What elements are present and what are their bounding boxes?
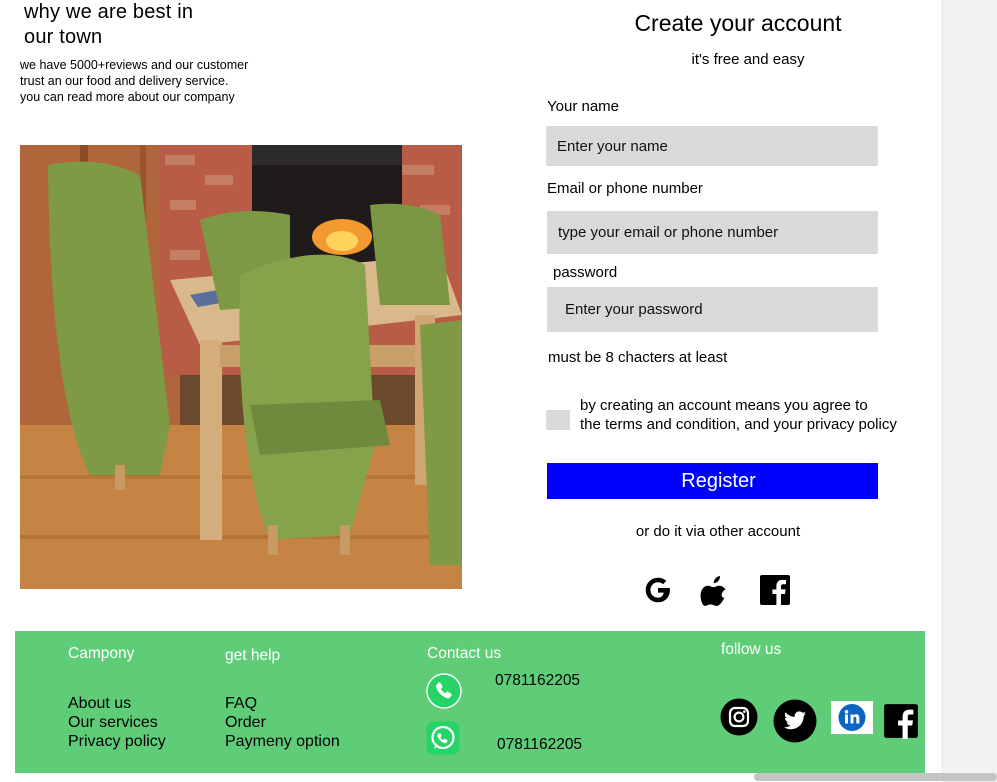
phone-icon[interactable] — [426, 673, 462, 709]
linkedin-icon[interactable] — [831, 701, 873, 734]
hero-desc-line2: trust an our food and delivery service. — [20, 74, 229, 88]
twitter-icon[interactable] — [773, 699, 817, 743]
facebook-icon[interactable] — [758, 570, 792, 610]
footer-help-heading: get help — [225, 647, 281, 664]
footer-company-heading: Campony — [68, 645, 135, 662]
footer-link-our-services[interactable]: Our services — [68, 713, 158, 732]
terms-text: by creating an account means you agree t… — [580, 396, 950, 434]
footer-link-privacy-policy[interactable]: Privacy policy — [68, 732, 166, 751]
terms-checkbox[interactable] — [546, 410, 570, 430]
alternative-login-text: or do it via other account — [635, 523, 801, 540]
register-button[interactable]: Register — [547, 463, 878, 499]
hero-title: why we are best in our town — [24, 0, 254, 50]
terms-text-line1: by creating an account means you agree t… — [580, 397, 868, 414]
footer-link-about-us[interactable]: About us — [68, 694, 131, 713]
signup-title: Create your account — [634, 10, 842, 36]
footer-link-faq[interactable]: FAQ — [225, 694, 257, 713]
hero-title-line2: our town — [24, 26, 103, 48]
signup-subtitle: it's free and easy — [691, 51, 805, 68]
password-input[interactable] — [547, 287, 878, 332]
horizontal-scrollbar[interactable] — [754, 773, 997, 781]
dining-room-photo — [20, 145, 462, 589]
hero-desc-line3: you can read more about our company — [20, 90, 235, 104]
footer-phone-number: 0781162205 — [495, 672, 581, 689]
hero-desc-line1: we have 5000+reviews and our customer — [20, 58, 249, 72]
apple-icon[interactable] — [698, 570, 732, 610]
instagram-icon[interactable] — [720, 698, 758, 736]
email-input[interactable] — [547, 211, 878, 254]
footer: Campony About us Our services Privacy po… — [15, 631, 925, 773]
google-icon[interactable] — [641, 570, 675, 610]
name-input[interactable] — [546, 126, 878, 166]
hero-description: we have 5000+reviews and our customer tr… — [20, 57, 320, 105]
footer-link-payment-option[interactable]: Paymeny option — [225, 732, 340, 751]
footer-follow-heading: follow us — [721, 641, 782, 658]
footer-facebook-icon[interactable] — [883, 703, 919, 739]
footer-contact-heading: Contact us — [427, 645, 502, 662]
footer-link-order[interactable]: Order — [225, 713, 266, 732]
whatsapp-icon[interactable] — [426, 721, 460, 755]
footer-whatsapp-number: 0781162205 — [497, 736, 583, 753]
password-label: password — [553, 264, 618, 281]
terms-text-line2: the terms and condition, and your privac… — [580, 416, 897, 433]
password-hint: must be 8 chacters at least — [548, 349, 728, 366]
page-right-gutter — [941, 0, 997, 782]
email-label: Email or phone number — [547, 180, 703, 197]
name-label: Your name — [547, 98, 619, 115]
hero-title-line1: why we are best in — [24, 1, 194, 23]
